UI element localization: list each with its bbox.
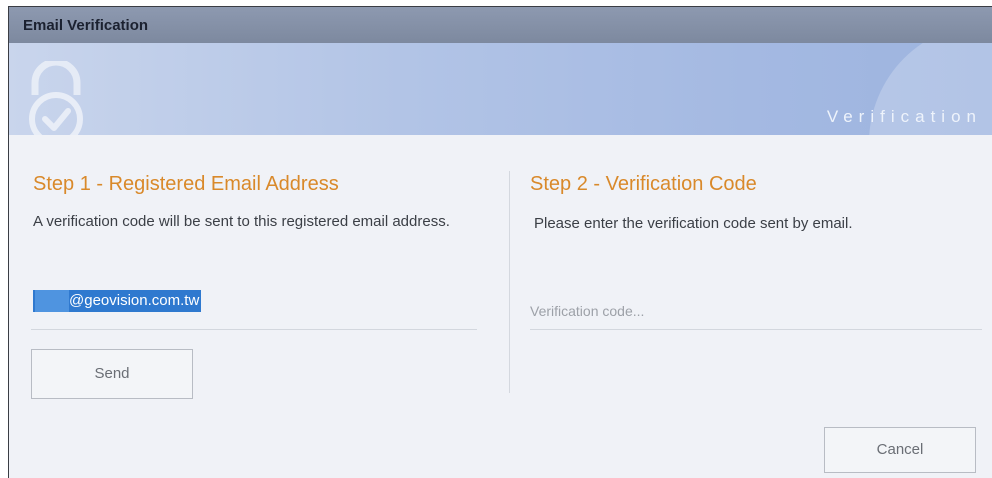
window-title: Email Verification (23, 17, 149, 34)
send-button[interactable]: Send (31, 349, 193, 399)
banner-title: Verification (826, 107, 982, 126)
cancel-button[interactable]: Cancel (824, 427, 976, 473)
email-underline (31, 329, 477, 330)
code-underline (530, 329, 982, 330)
step2-title: Step 2 - Verification Code (530, 173, 757, 195)
registered-email-field[interactable]: @geovision.com.tw (33, 290, 202, 312)
lock-check-icon (29, 61, 83, 135)
step2-description: Please enter the verification code sent … (534, 215, 853, 232)
email-verification-window: Email Verification Verification Step 1 -… (8, 6, 992, 478)
registered-email-value: @geovision.com.tw (69, 292, 200, 309)
step-divider (509, 171, 510, 393)
verification-banner: Verification (9, 43, 992, 135)
redacted-email-prefix (35, 290, 69, 312)
step1-description: A verification code will be sent to this… (33, 213, 450, 230)
step1-title: Step 1 - Registered Email Address (33, 173, 339, 195)
title-bar[interactable]: Email Verification (9, 7, 992, 43)
content-area: Step 1 - Registered Email Address A veri… (9, 135, 992, 478)
verification-code-input[interactable] (530, 300, 982, 322)
